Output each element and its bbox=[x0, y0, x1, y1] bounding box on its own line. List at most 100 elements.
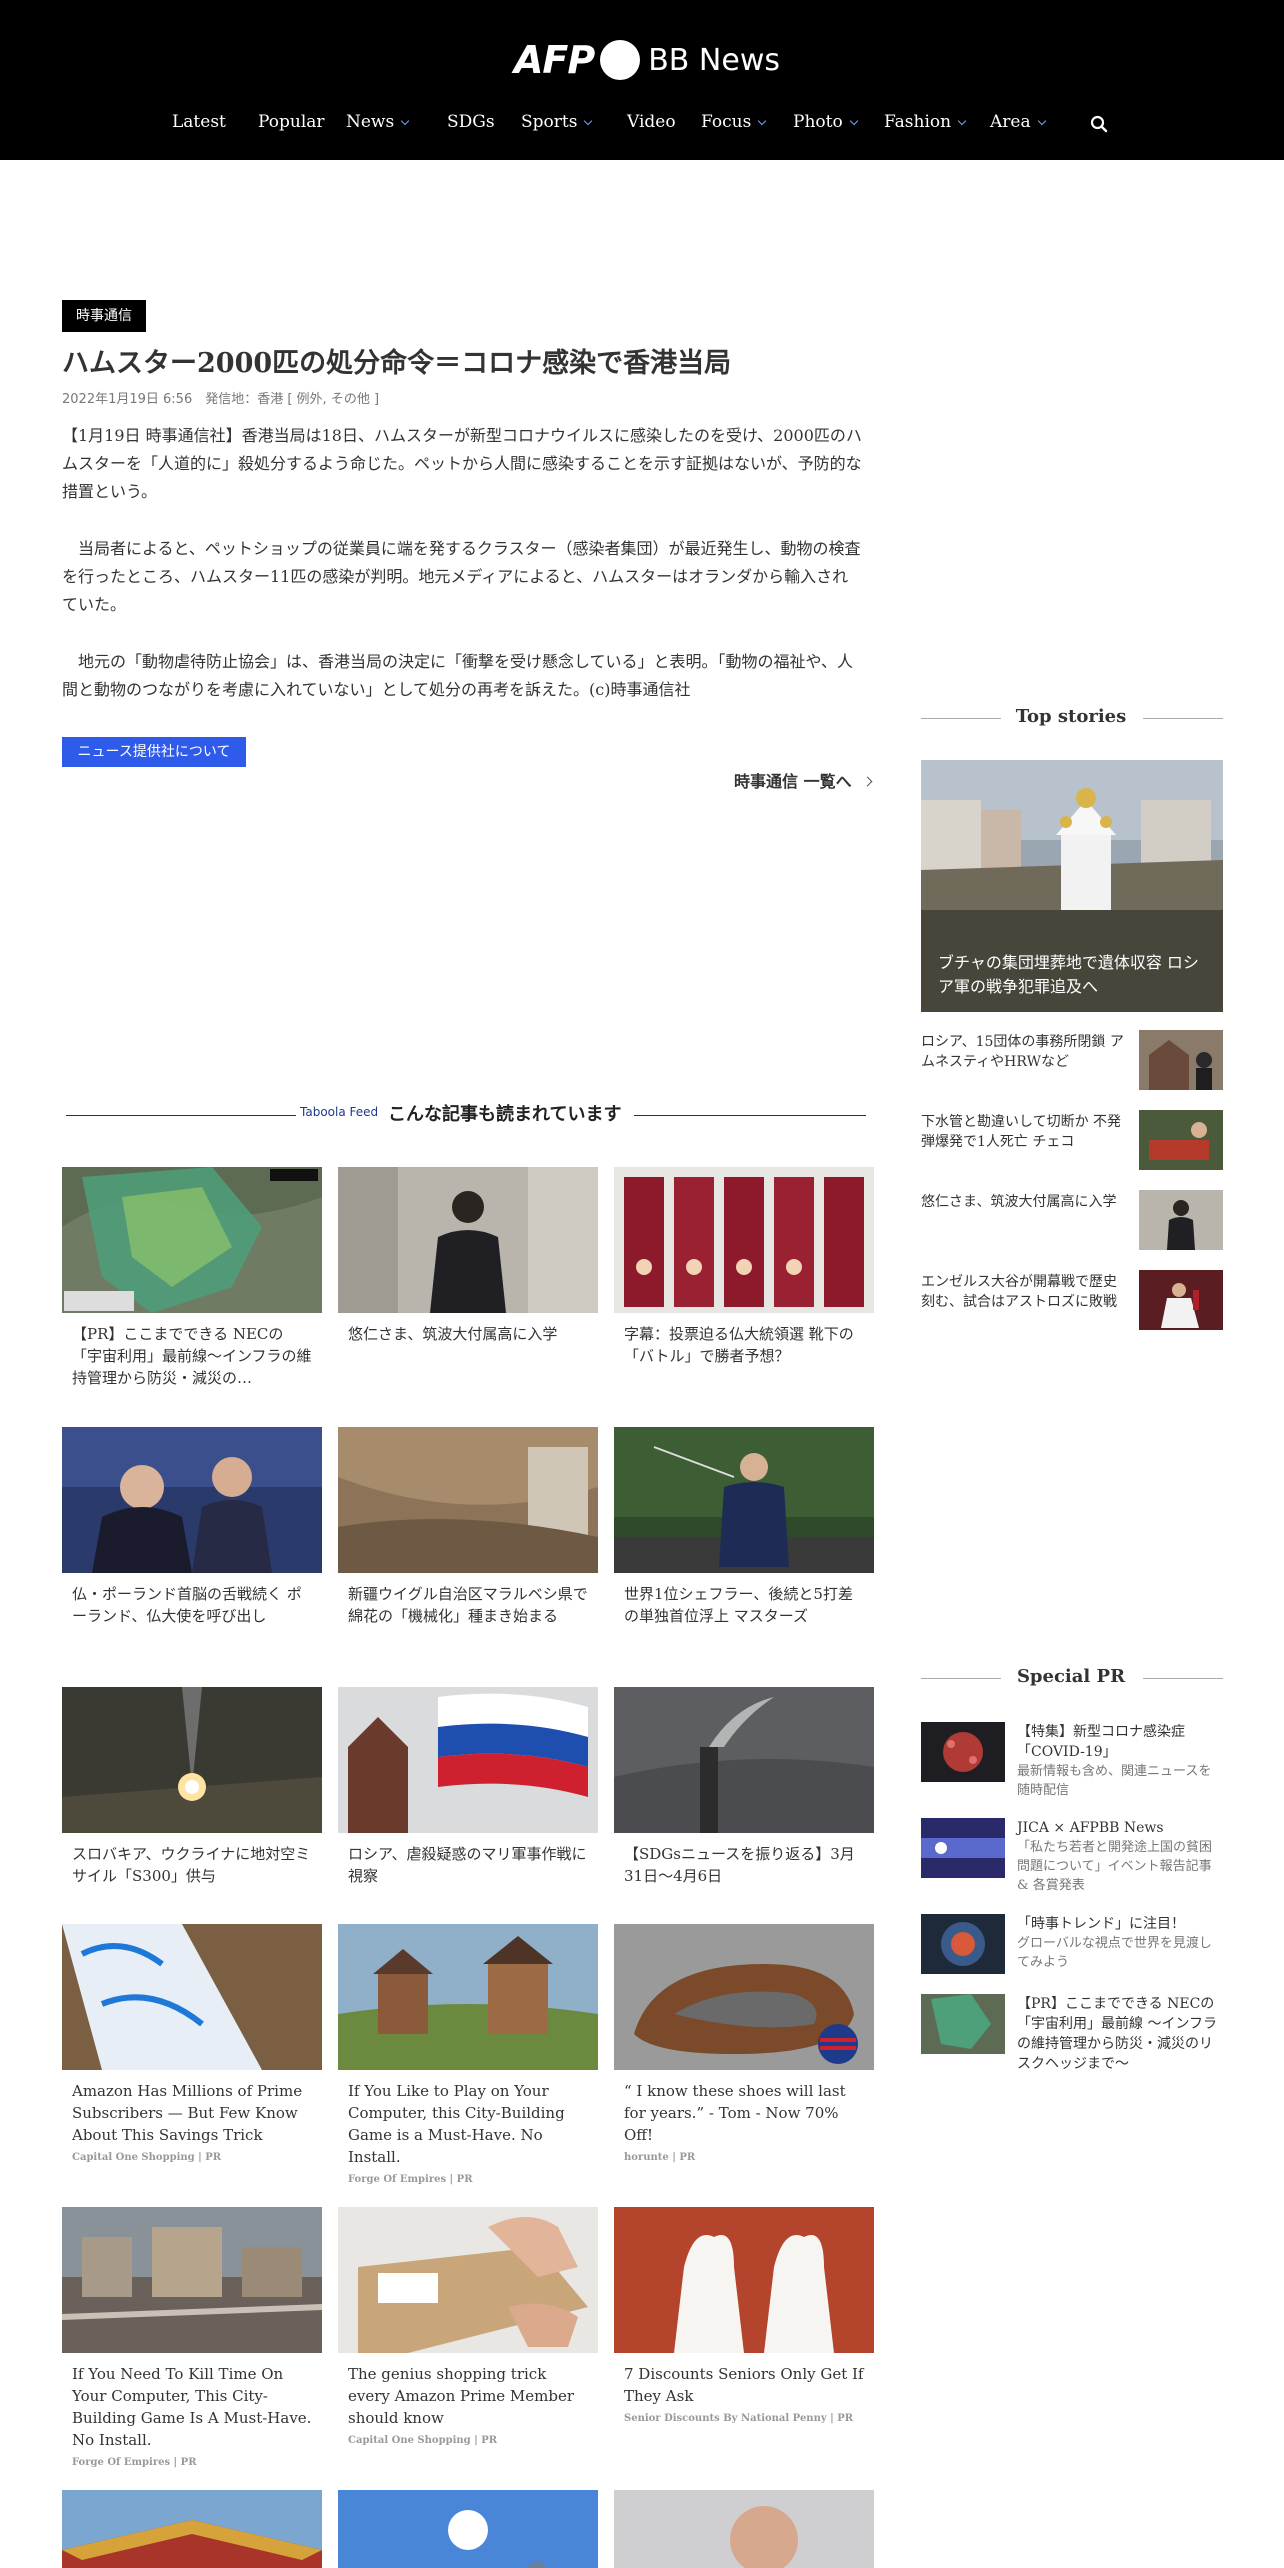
card-thumbnail bbox=[614, 1924, 874, 2070]
top-story-item[interactable]: 悠仁さま、筑波大付属高に入学 bbox=[921, 1190, 1223, 1250]
feed-card[interactable]: 悠仁さま、筑波大付属高に入学 bbox=[338, 1167, 598, 1345]
top-story-item[interactable]: ロシア、15団体の事務所閉鎖 アムネスティやHRWなど bbox=[921, 1030, 1223, 1090]
about-provider-button[interactable]: ニュース提供社について bbox=[62, 737, 246, 767]
card-title: 仏・ポーランド首脳の舌戦続く ポーランド、仏大使を呼び出し bbox=[72, 1585, 302, 1625]
card-thumbnail bbox=[62, 1427, 322, 1573]
nav-item-sdgs[interactable]: SDGs bbox=[447, 112, 495, 132]
card-title: 【SDGsニュースを振り返る】3月31日〜4月6日 bbox=[624, 1845, 855, 1885]
card-title: 悠仁さま、筑波大付属高に入学 bbox=[348, 1325, 558, 1343]
card-title: 【PR】ここまでできる NECの「宇宙利用」最前線～インフラの維持管理から防災・… bbox=[72, 1325, 312, 1387]
pr-subtitle: グローバルな視点で世界を見渡してみよう bbox=[1017, 1936, 1212, 1970]
card-source: Senior Discounts By National Penny | PR bbox=[624, 2413, 854, 2424]
card-thumbnail bbox=[338, 1167, 598, 1313]
card-title: The genius shopping trick every Amazon P… bbox=[348, 2365, 575, 2427]
feed-card[interactable]: 新疆ウイグル自治区マラルベシ県で綿花の「機械化」種まき始まる bbox=[338, 1427, 598, 1627]
feed-card[interactable]: 字幕：投票迫る仏大統領選 靴下の「バトル」で勝者予想？ bbox=[614, 1167, 874, 1367]
card-thumbnail bbox=[62, 1687, 322, 1833]
nav-item-popular[interactable]: Popular bbox=[258, 112, 325, 132]
card-title: 新疆ウイグル自治区マラルベシ県で綿花の「機械化」種まき始まる bbox=[348, 1585, 588, 1625]
card-title: 字幕：投票迫る仏大統領選 靴下の「バトル」で勝者予想？ bbox=[624, 1325, 854, 1365]
top-story-hero-caption[interactable]: ブチャの集団埋葬地で遺体収容 ロシア軍の戦争犯罪追及へ bbox=[938, 951, 1208, 999]
feed-card[interactable]: 仏・ポーランド首脳の舌戦続く ポーランド、仏大使を呼び出し bbox=[62, 1427, 322, 1627]
special-pr-heading: Special PR bbox=[1016, 1666, 1126, 1687]
special-pr-item[interactable]: JICA × AFPBB News 「私たち若者と開発途上国の貧困問題について」… bbox=[921, 1818, 1223, 1898]
article-paragraph: 当局者によると、ペットショップの従業員に端を発するクラスター（感染者集団）が最近… bbox=[62, 539, 861, 614]
card-title: Amazon Has Millions of Prime Subscribers… bbox=[72, 2082, 303, 2144]
feed-card[interactable]: If You Need To Kill Time On Your Compute… bbox=[62, 2207, 322, 2468]
feed-card[interactable]: 【PR】ここまでできる NECの「宇宙利用」最前線～インフラの維持管理から防災・… bbox=[62, 1167, 322, 1389]
nav-item-area[interactable]: Area bbox=[990, 112, 1046, 132]
chevron-right-icon bbox=[862, 776, 873, 787]
card-source: Capital One Shopping | PR bbox=[348, 2435, 498, 2446]
top-story-thumbnail bbox=[1139, 1030, 1223, 1090]
pr-thumbnail bbox=[921, 1914, 1005, 1974]
top-story-item[interactable]: 下水管と勘違いして切断か 不発弾爆発で1人死亡 チェコ bbox=[921, 1110, 1223, 1170]
card-title: 7 Discounts Seniors Only Get If They Ask bbox=[624, 2365, 864, 2405]
nav-item-news[interactable]: News bbox=[346, 112, 410, 132]
chevron-down-icon bbox=[758, 116, 767, 126]
feed-card[interactable]: 7 Discounts Seniors Only Get If They Ask… bbox=[614, 2207, 874, 2424]
feed-card[interactable]: Amazon Has Millions of Prime Subscribers… bbox=[62, 1924, 322, 2163]
pr-title: 【PR】ここまでできる NECの「宇宙利用」最前線 ～インフラの維持管理から防災… bbox=[1017, 1996, 1218, 2072]
nav-item-photo[interactable]: Photo bbox=[793, 112, 858, 132]
card-thumbnail bbox=[614, 2490, 874, 2568]
special-pr-item[interactable]: 【PR】ここまでできる NECの「宇宙利用」最前線 ～インフラの維持管理から防災… bbox=[921, 1994, 1223, 2074]
more-articles-link[interactable]: 時事通信 一覧へ bbox=[734, 768, 873, 792]
article-paragraph: 【1月19日 時事通信社】香港当局は18日、ハムスターが新型コロナウイルスに感染… bbox=[62, 426, 862, 501]
nav-item-latest[interactable]: Latest bbox=[172, 112, 226, 132]
card-thumbnail bbox=[614, 1687, 874, 1833]
feed-card[interactable]: The genius shopping trick every Amazon P… bbox=[338, 2207, 598, 2446]
feed-card[interactable] bbox=[614, 2490, 874, 2568]
article-dateline: 2022年1月19日 6:56 発信地：香港 [ 例外, その他 ] bbox=[62, 392, 380, 407]
pr-title: 【特集】新型コロナ感染症「COVID-19」 bbox=[1017, 1724, 1185, 1760]
feed-card[interactable]: 【SDGsニュースを振り返る】3月31日〜4月6日 bbox=[614, 1687, 874, 1887]
special-pr-item[interactable]: 【特集】新型コロナ感染症「COVID-19」 最新情報も含め、関連ニュースを随時… bbox=[921, 1722, 1223, 1802]
pr-thumbnail bbox=[921, 1994, 1005, 2054]
card-thumbnail bbox=[62, 1924, 322, 2070]
nav-item-sports[interactable]: Sports bbox=[521, 112, 593, 132]
feed-card[interactable]: 世界1位シェフラー、後続と5打差の単独首位浮上 マスターズ bbox=[614, 1427, 874, 1627]
special-pr-item[interactable]: 「時事トレンド」に注目！ グローバルな視点で世界を見渡してみよう bbox=[921, 1914, 1223, 1994]
top-story-title: 下水管と勘違いして切断か 不発弾爆発で1人死亡 チェコ bbox=[921, 1114, 1122, 1150]
nav-item-focus[interactable]: Focus bbox=[701, 112, 767, 132]
source-badge[interactable]: 時事通信 bbox=[62, 300, 146, 332]
feed-card[interactable]: “ I know these shoes will last for years… bbox=[614, 1924, 874, 2163]
pr-thumbnail bbox=[921, 1818, 1005, 1878]
card-thumbnail bbox=[614, 2207, 874, 2353]
nav-item-video[interactable]: Video bbox=[627, 112, 676, 132]
top-story-title: 悠仁さま、筑波大付属高に入学 bbox=[921, 1194, 1117, 1210]
logo-afp-text: AFP bbox=[514, 38, 595, 82]
site-header: AFP BB News Latest Popular News SDGs Spo… bbox=[0, 0, 1284, 160]
site-logo[interactable]: AFP BB News bbox=[514, 38, 780, 82]
top-story-title: ロシア、15団体の事務所閉鎖 アムネスティやHRWなど bbox=[921, 1034, 1124, 1070]
taboola-logo[interactable]: Taboola Feed bbox=[300, 1105, 378, 1119]
card-title: “ I know these shoes will last for years… bbox=[624, 2082, 846, 2144]
feed-card[interactable]: スロバキア、ウクライナに地対空ミサイル「S300」供与 bbox=[62, 1687, 322, 1887]
top-story-item[interactable]: エンゼルス大谷が開幕戦で歴史刻む、試合はアストロズに敗戦 bbox=[921, 1270, 1223, 1330]
top-stories-heading: Top stories bbox=[1015, 706, 1127, 727]
chevron-down-icon bbox=[400, 116, 410, 126]
feed-card[interactable]: ロシア、虐殺疑惑のマリ軍事作戦に視察 bbox=[338, 1687, 598, 1887]
search-icon[interactable] bbox=[1090, 115, 1108, 133]
pr-title: JICA × AFPBB News bbox=[1017, 1820, 1164, 1836]
feed-card[interactable] bbox=[338, 2490, 598, 2568]
card-thumbnail bbox=[614, 1427, 874, 1573]
chevron-down-icon bbox=[1037, 116, 1046, 126]
card-thumbnail bbox=[338, 1687, 598, 1833]
chevron-down-icon bbox=[849, 116, 858, 126]
card-thumbnail bbox=[62, 2207, 322, 2353]
feed-card[interactable] bbox=[62, 2490, 322, 2568]
feed-card[interactable]: If You Like to Play on Your Computer, th… bbox=[338, 1924, 598, 2185]
card-source: horunte | PR bbox=[624, 2152, 696, 2163]
article-paragraph: 地元の「動物虐待防止協会」は、香港当局の決定に「衝撃を受け懸念している」と表明。… bbox=[62, 652, 854, 699]
card-title: 世界1位シェフラー、後続と5打差の単独首位浮上 マスターズ bbox=[624, 1585, 853, 1625]
divider bbox=[634, 1115, 866, 1116]
top-story-thumbnail bbox=[1139, 1190, 1223, 1250]
top-story-thumbnail bbox=[1139, 1110, 1223, 1170]
card-thumbnail bbox=[62, 2490, 322, 2568]
pr-subtitle: 「私たち若者と開発途上国の貧困問題について」イベント報告記事 & 各賞発表 bbox=[1017, 1840, 1213, 1893]
card-source: Forge Of Empires | PR bbox=[72, 2457, 197, 2468]
card-title: ロシア、虐殺疑惑のマリ軍事作戦に視察 bbox=[348, 1845, 587, 1885]
logo-bb-text: BB News bbox=[648, 42, 780, 78]
nav-item-fashion[interactable]: Fashion bbox=[884, 112, 967, 132]
